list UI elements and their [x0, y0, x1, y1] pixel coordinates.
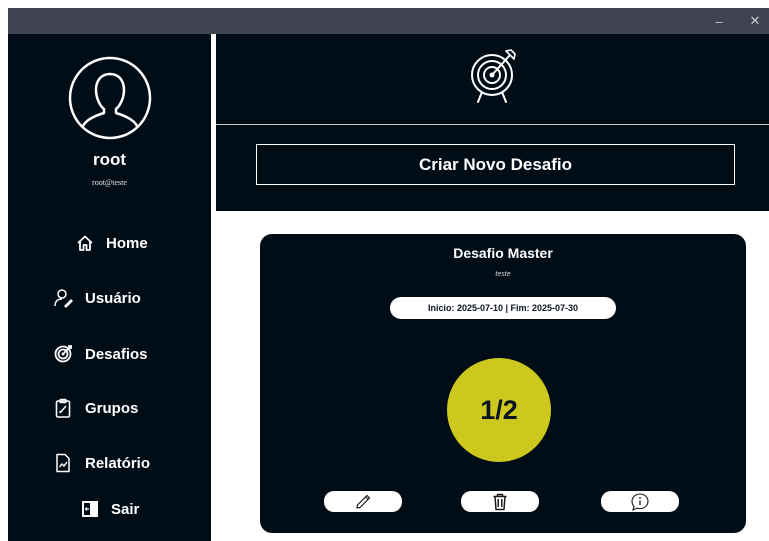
user-edit-icon [54, 289, 73, 308]
nav-desafios[interactable]: Desafios [53, 339, 148, 369]
main-header: Criar Novo Desafio [216, 34, 769, 211]
nav-grupos-label: Grupos [85, 399, 139, 417]
clipboard-icon [55, 398, 71, 418]
target-arrow-icon [471, 49, 516, 103]
home-icon [77, 235, 93, 251]
user-email: root@teste [92, 178, 127, 187]
target-icon [54, 345, 72, 363]
title-bar: – ✕ [8, 8, 769, 34]
exit-icon [82, 501, 98, 517]
nav-grupos[interactable]: Grupos [53, 393, 138, 423]
delete-button[interactable] [461, 491, 539, 512]
avatar-user-icon [68, 56, 152, 140]
challenge-dates: Inicio: 2025-07-10 | Fim: 2025-07-30 [390, 297, 616, 319]
nav-relatorio-label: Relatório [85, 454, 151, 472]
app-window: – ✕ root root@teste Home Usuário Desafio… [0, 0, 769, 541]
nav-home-label: Home [106, 234, 148, 252]
report-chart-icon [56, 453, 70, 473]
challenge-description: teste [495, 271, 511, 278]
nav-desafios-label: Desafios [85, 345, 148, 363]
create-challenge-button[interactable]: Criar Novo Desafio [256, 144, 735, 185]
nav-usuario[interactable]: Usuário [53, 283, 141, 313]
header-divider [216, 124, 769, 125]
nav-sair[interactable]: Sair [81, 494, 139, 524]
trash-icon [493, 493, 507, 510]
progress-indicator: 1/2 [447, 358, 551, 462]
challenge-card: Desafio Master teste Inicio: 2025-07-10 … [260, 234, 746, 533]
pencil-icon [356, 494, 371, 509]
user-name: root [92, 150, 127, 169]
nav-usuario-label: Usuário [85, 289, 141, 307]
minimize-button[interactable]: – [706, 8, 732, 34]
info-icon [631, 492, 649, 511]
nav-relatorio[interactable]: Relatório [53, 448, 150, 478]
challenge-title: Desafio Master [453, 245, 553, 261]
close-button[interactable]: ✕ [742, 8, 768, 34]
nav-sair-label: Sair [111, 500, 140, 518]
info-button[interactable] [601, 491, 679, 512]
sidebar: root root@teste Home Usuário Desafios Gr… [8, 34, 211, 541]
edit-button[interactable] [324, 491, 402, 512]
nav-home[interactable]: Home [76, 228, 148, 258]
